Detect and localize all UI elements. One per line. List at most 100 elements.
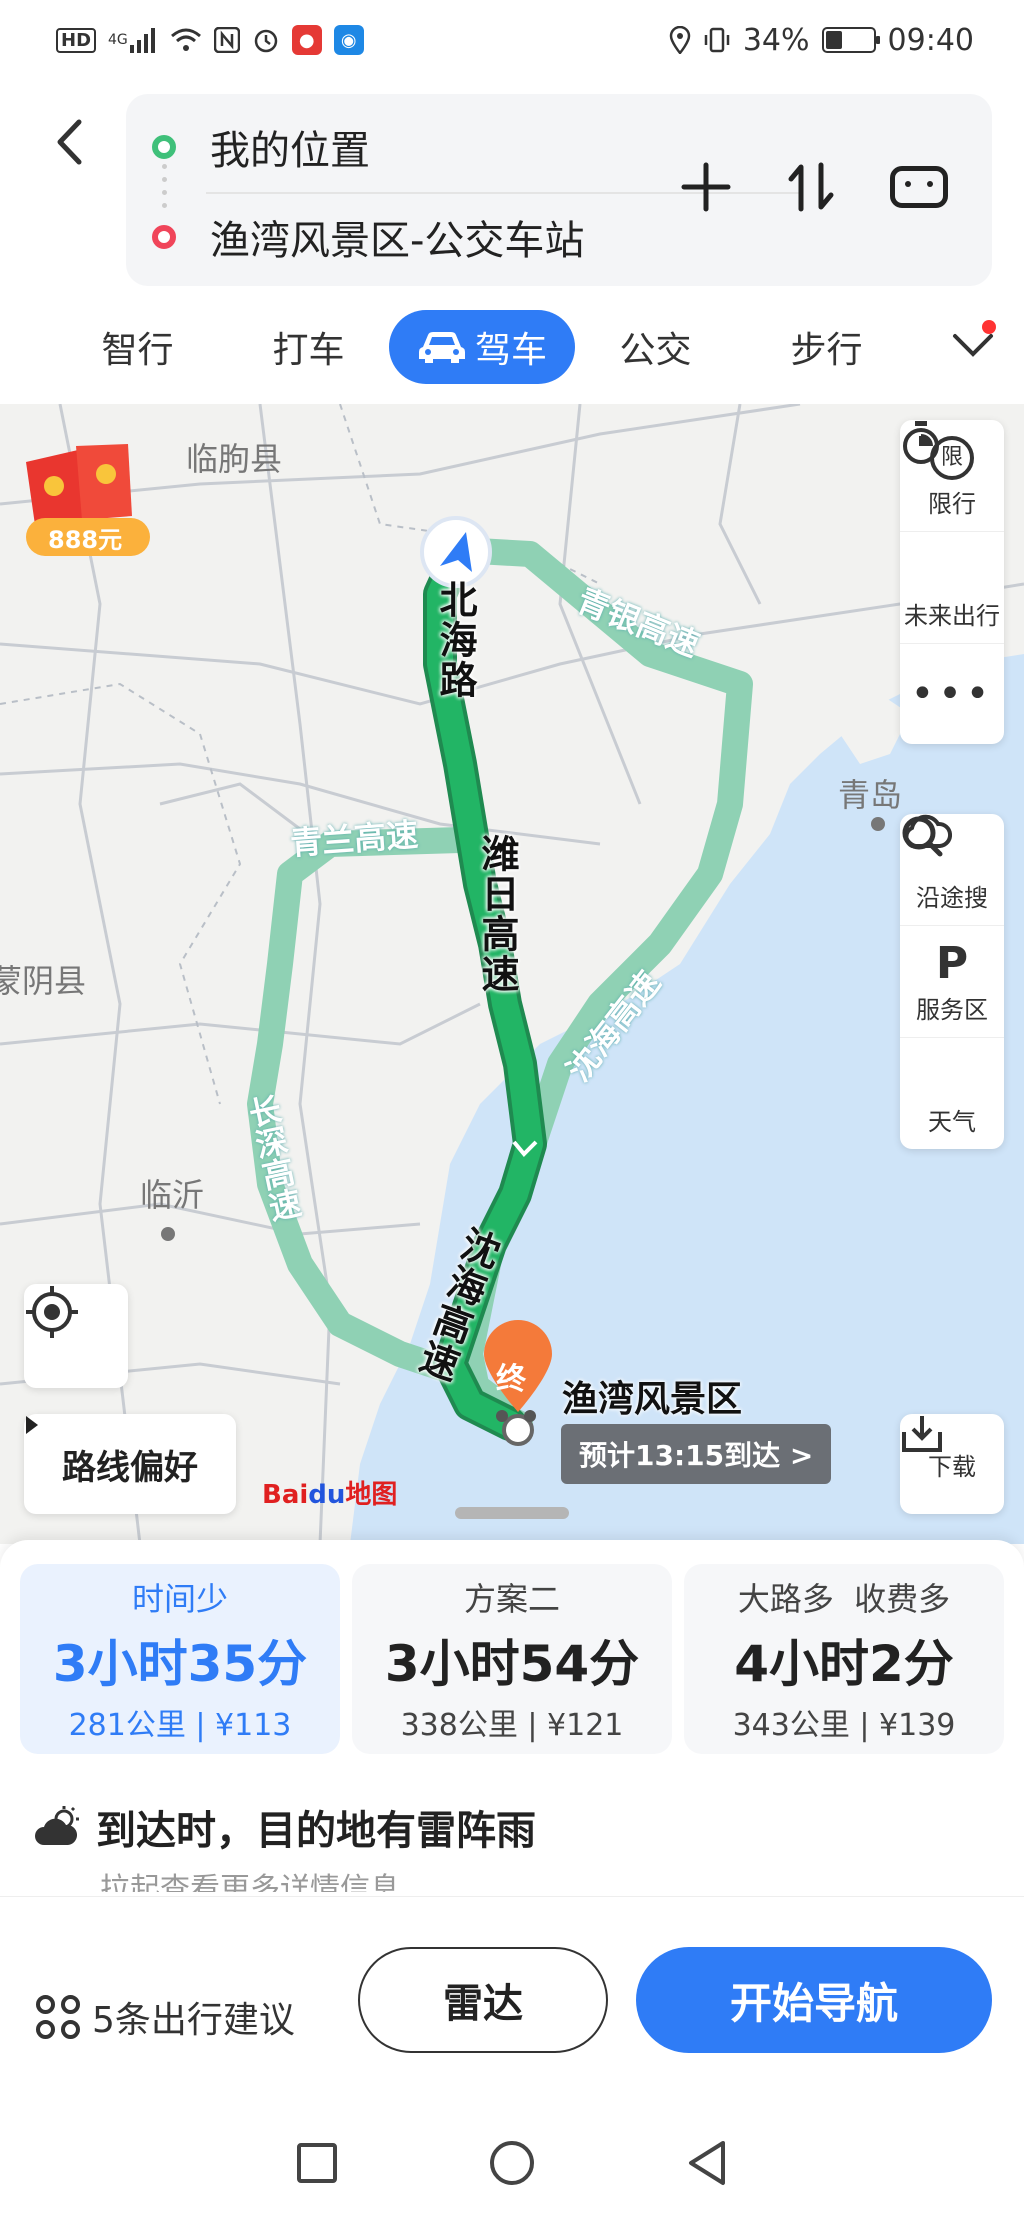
baidu-map-logo: Baidu地图 — [262, 1480, 398, 1510]
car-front-icon — [890, 166, 948, 208]
back-nav-button[interactable] — [677, 2133, 737, 2193]
add-waypoint-button[interactable] — [671, 152, 741, 222]
route-start-text: 我的位置 — [210, 128, 370, 174]
tab-smart[interactable]: 智行 — [52, 321, 223, 373]
triangle-back-icon — [688, 2141, 725, 2185]
start-navigation-button[interactable]: 开始导航 — [636, 1947, 992, 2053]
service-area-button[interactable]: P 服务区 — [900, 926, 1004, 1038]
tab-walk[interactable]: 步行 — [741, 321, 912, 373]
vibrate-icon — [703, 26, 731, 54]
route-end-row[interactable]: 渔湾风景区-公交车站 — [126, 208, 584, 266]
clock: 09:40 — [887, 22, 974, 58]
car-icon — [418, 332, 465, 363]
red-envelope-promo[interactable]: 888元 — [18, 434, 158, 568]
parking-icon: P — [935, 938, 969, 989]
search-along-label: 沿途搜 — [916, 884, 988, 912]
future-travel-button[interactable]: 未来出行 — [900, 421, 1004, 644]
destination-name: 渔湾风景区 — [562, 1379, 743, 1420]
tab-drive-label: 驾车 — [474, 330, 547, 371]
weather-alert[interactable]: 到达时，目的地有雷阵雨 — [34, 1798, 536, 1856]
thunderstorm-icon — [35, 1806, 79, 1845]
car-settings-button[interactable] — [884, 152, 954, 222]
plan-card[interactable]: 大路多 收费多 4小时2分 343公里 | ¥139 — [684, 1564, 1004, 1754]
back-button[interactable] — [44, 112, 94, 172]
side-tools-bottom: 沿途搜 P 服务区 天气 — [900, 814, 1004, 1149]
weather-label: 天气 — [928, 1108, 976, 1136]
side-tools-top: 限 限行 未来出行 ••• — [900, 420, 1004, 744]
system-nav-bar — [0, 2108, 1024, 2218]
label-qingdao: 青岛 — [838, 776, 903, 814]
travel-suggestions-label: 5条出行建议 — [92, 2000, 295, 2041]
eta-badge[interactable]: 预计13:15到达 > — [561, 1424, 832, 1484]
plan-name: 方案二 — [463, 1580, 560, 1618]
plan-duration: 3小时35分 — [52, 1635, 308, 1693]
dest-dot-b — [524, 1410, 536, 1422]
location-icon — [669, 26, 691, 54]
battery-percent: 34% — [742, 22, 810, 58]
road-weiri: 潍日高速 — [475, 834, 519, 994]
tab-bus[interactable]: 公交 — [570, 321, 741, 373]
road-qinglan: 青兰高速 — [288, 815, 420, 863]
square-icon — [297, 2143, 338, 2183]
dest-dot-a — [496, 1410, 508, 1422]
weather-message: 到达时，目的地有雷阵雨 — [96, 1808, 536, 1854]
bulb-icon: ◉ — [333, 25, 364, 55]
start-dot-icon — [152, 135, 176, 159]
more-tools-button[interactable]: ••• — [900, 644, 1004, 744]
route-preference-button[interactable]: 路线偏好 — [24, 1414, 236, 1514]
map-view[interactable]: 临朐县 青岛 蒙阴县 临沂 青银高速 青兰高速 沈海高速 长深高速 北海路 潍日… — [0, 404, 1024, 1544]
hd-icon: HD — [56, 27, 97, 53]
qingdao-dot — [871, 817, 885, 831]
weather-subtext: 拉起查看更多详情信息 — [100, 1872, 400, 1892]
battery-icon — [821, 27, 880, 53]
restriction-label: 限行 — [928, 490, 976, 518]
route-connector — [161, 164, 167, 208]
recent-apps-button[interactable] — [287, 2133, 347, 2193]
route-card: 我的位置 渔湾风景区-公交车站 — [126, 94, 992, 286]
circle-icon — [489, 2141, 534, 2185]
battery-level — [825, 31, 842, 49]
home-button[interactable] — [482, 2133, 542, 2193]
action-bar: 5条出行建议 雷达 开始导航 — [0, 1896, 1024, 2096]
end-dot-icon — [152, 225, 176, 249]
swap-route-button[interactable] — [776, 152, 846, 222]
red-envelope-amount: 888元 — [48, 526, 123, 554]
plus-icon — [681, 162, 731, 212]
tab-drive[interactable]: 驾车 — [389, 310, 575, 384]
wifi-icon — [170, 27, 202, 53]
plan-card[interactable]: 方案二 3小时54分 338公里 | ¥121 — [352, 1564, 672, 1754]
weather-button[interactable]: 天气 — [900, 814, 1004, 1149]
plan-meta: 343公里 | ¥139 — [732, 1708, 956, 1743]
plan-card[interactable]: 时间少 3小时35分 281公里 | ¥113 — [20, 1564, 340, 1754]
sheet-handle[interactable] — [455, 1507, 569, 1519]
travel-suggestions-button[interactable]: 5条出行建议 — [36, 1991, 295, 2043]
more-icon: ••• — [910, 671, 994, 717]
future-travel-label: 未来出行 — [904, 602, 1000, 630]
locate-button[interactable] — [24, 1284, 128, 1388]
plan-name: 时间少 — [131, 1580, 228, 1618]
tab-taxi[interactable]: 打车 — [223, 321, 394, 373]
back-arrow-icon — [57, 119, 82, 165]
download-icon — [902, 1416, 942, 1452]
mic-icon: ● — [291, 25, 322, 55]
linyi-dot — [161, 1227, 175, 1241]
plan-meta: 281公里 | ¥113 — [68, 1708, 292, 1743]
more-modes-button[interactable] — [948, 320, 998, 370]
route-preference-label: 路线偏好 — [62, 1447, 198, 1488]
notification-dot — [982, 320, 996, 334]
label-linyi: 临沂 — [140, 1176, 205, 1214]
plan-name: 大路多 收费多 — [737, 1580, 951, 1618]
road-beihai: 北海路 — [433, 580, 477, 700]
label-linqu: 临朐县 — [186, 440, 283, 478]
status-right: 34% 09:40 — [669, 23, 974, 58]
download-button[interactable]: 下载 — [900, 1414, 1004, 1514]
plan-duration: 4小时2分 — [734, 1635, 954, 1693]
network-icon: 4G — [108, 27, 158, 53]
label-mengyin: 蒙阴县 — [0, 962, 87, 1000]
status-left: HD 4G ● ◉ — [56, 25, 364, 55]
radar-button[interactable]: 雷达 — [358, 1947, 608, 2053]
swap-icon — [788, 162, 834, 212]
locate-icon — [26, 1286, 78, 1338]
route-plans: 时间少 3小时35分 281公里 | ¥113 方案二 3小时54分 338公里… — [20, 1564, 1004, 1754]
status-bar: HD 4G ● ◉ 34% 09:40 — [0, 0, 1024, 80]
